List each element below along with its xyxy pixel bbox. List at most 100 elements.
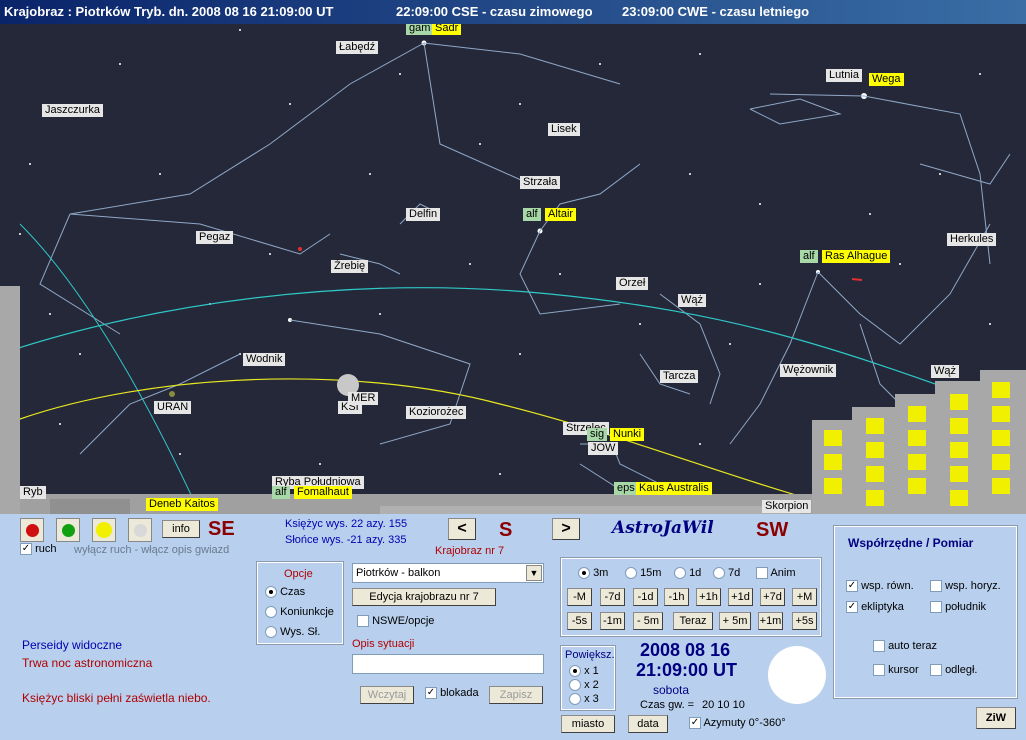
constellation-label: Orzeł [616,277,649,290]
ziw-button[interactable]: ZiW [976,707,1016,729]
step-option[interactable]: 3m [578,567,609,580]
step-option[interactable]: 7d [713,567,740,580]
chevron-down-icon[interactable]: ▼ [526,565,542,581]
zoom-option[interactable]: x 3 [569,693,599,706]
poludnik-checkbox[interactable]: południk [930,601,987,614]
title-main: Krajobraz : Piotrków Tryb. dn. 2008 08 1… [4,4,334,19]
sky-canvas [0,29,1026,514]
title-cwe: 23:09:00 CWE - czasu letniego [622,4,810,19]
opcje-option[interactable]: Koniunkcje [265,606,334,619]
ekliptyka-label: ekliptyka [861,601,904,613]
zoom-option-label: x 1 [584,665,599,677]
step-button[interactable]: -1h [664,588,689,606]
weekday-display: sobota [653,683,690,697]
step-button[interactable]: +5s [792,612,817,630]
step-button[interactable]: +7d [760,588,785,606]
opis-input[interactable] [352,654,544,674]
lock-label: blokada [440,687,479,699]
ruch-checkbox[interactable]: ✓ ruch [20,543,57,556]
step-button[interactable]: + 5m [719,612,751,630]
time-display: 21:09:00 UT [636,660,738,680]
save-button[interactable]: Zapisz [489,686,543,704]
azimuth-checkbox[interactable]: ✓ Azymuty 0°-360° [689,717,786,730]
star-prefix-sadr: gam [406,24,434,35]
star-label-altair: Altair [545,208,577,221]
ruch-label: ruch [35,543,57,555]
opcje-option[interactable]: Wys. Sł. [265,626,321,639]
step-button[interactable]: -1d [633,588,658,606]
kursor-checkbox[interactable]: kursor [873,664,919,677]
constellation-label: Wąż [931,365,959,378]
direction-center: S [499,519,513,541]
star-prefix-altair: alf [523,208,541,221]
edge-label: Ryb [20,486,46,499]
landscape-select-value: Piotrków - balkon [356,567,441,579]
now-button[interactable]: Teraz [673,612,713,630]
moon-phase-button[interactable] [128,518,152,542]
constellation-label: Lisek [548,123,580,136]
constellation-label: Delfin [406,208,441,221]
yellow-circle-button[interactable] [92,518,116,542]
landscape-select[interactable]: Piotrków - balkon ▼ [352,563,544,583]
nav-prev-button[interactable]: < [448,518,476,540]
auto-teraz-checkbox[interactable]: auto teraz [873,640,937,653]
ruch-checkbox-box[interactable]: ✓ [20,543,32,556]
lock-checkbox[interactable]: ✓ blokada [425,687,479,700]
wsp-horyz-checkbox[interactable]: wsp. horyz. [930,580,1001,593]
wsp-horyz-label: wsp. horyz. [945,580,1001,592]
step-option[interactable]: 1d [674,567,702,580]
step-option-label: 3m [593,567,609,579]
step-button[interactable]: -5s [567,612,592,630]
constellation-label: Źrebię [331,260,369,273]
step-button[interactable]: +1h [696,588,721,606]
step-button[interactable]: -M [567,588,592,606]
info-button[interactable]: info [162,520,200,538]
step-button[interactable]: +1m [758,612,783,630]
nav-next-button[interactable]: > [552,518,580,540]
star-prefix-kaus: eps [614,482,638,495]
star-label-kaus: Kaus Australis [636,482,712,495]
step-button[interactable]: -1m [600,612,625,630]
red-circle-button[interactable] [20,518,44,542]
green-circle-button[interactable] [56,518,80,542]
wsp-rown-checkbox[interactable]: ✓ wsp. równ. [846,580,914,593]
coords-title: Współrzędne / Pomiar [848,536,974,550]
edit-landscape-button[interactable]: Edycja krajobrazu nr 7 [352,588,496,606]
constellation-label: Wodnik [243,353,286,366]
step-option-label: 1d [689,567,702,579]
zoom-title: Powiększ. [565,649,615,661]
zoom-option[interactable]: x 2 [569,679,599,692]
odlegl-checkbox[interactable]: odległ. [930,664,977,677]
direction-right: SW [756,519,789,541]
constellation-label: Strzała [520,176,561,189]
step-button[interactable]: - 5m [633,612,663,630]
constellation-label: Wąż [678,294,706,307]
ekliptyka-checkbox[interactable]: ✓ ekliptyka [846,601,904,614]
red-star-icon [298,247,302,251]
sky-map[interactable]: Łabędź Lutnia Jaszczurka Lisek Strzała D… [0,24,1026,514]
auto-teraz-label: auto teraz [888,640,937,652]
step-option[interactable]: 15m [625,567,661,580]
constellation-label: Łabędź [336,41,379,54]
load-button[interactable]: Wczytaj [360,686,414,704]
step-button[interactable]: +1d [728,588,753,606]
city-button[interactable]: miasto [561,715,615,733]
krajobraz-number: Krajobraz nr 7 [435,545,505,557]
opcje-option[interactable]: Czas [265,586,306,599]
star-prefix-rasalhague: alf [800,250,818,263]
wsp-rown-label: wsp. równ. [861,580,914,592]
date-button[interactable]: data [628,715,668,733]
poludnik-label: południk [945,601,987,613]
opcje-option-label: Wys. Sł. [280,626,321,638]
red-marker-icon [851,278,863,281]
anim-checkbox[interactable]: Anim [756,567,796,580]
step-button[interactable]: +M [792,588,817,606]
uran-marker-icon[interactable] [169,391,175,397]
constellation-label: Wężownik [780,364,837,377]
zoom-option[interactable]: x 1 [569,665,599,678]
constellation-label: Pegaz [196,231,234,244]
opcje-option-label: Czas [280,586,306,598]
nswe-checkbox[interactable]: NSWE/opcje [357,615,434,628]
constellation-label: Herkules [947,233,997,246]
step-button[interactable]: -7d [600,588,625,606]
